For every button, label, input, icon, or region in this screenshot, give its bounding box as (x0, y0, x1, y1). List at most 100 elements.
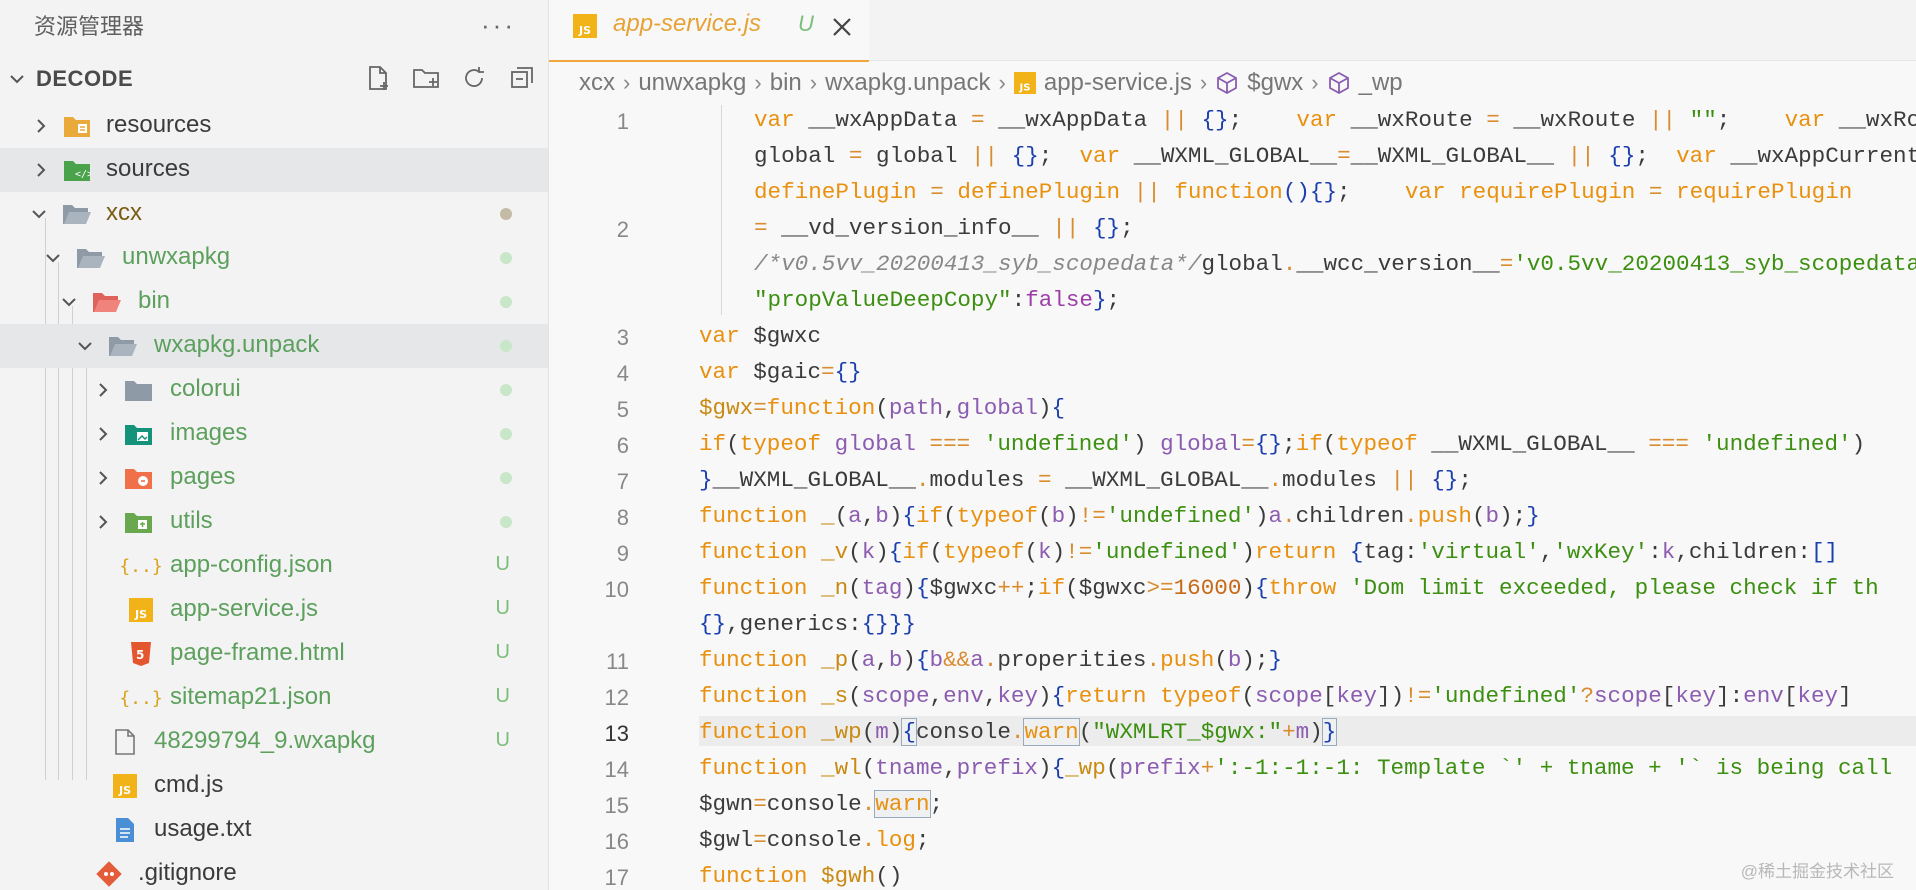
tree-item-bin[interactable]: bin (0, 280, 548, 324)
svg-text:JS: JS (134, 608, 147, 621)
chevron-right-icon (99, 383, 108, 397)
tree-item-unwxapkg[interactable]: unwxapkg (0, 236, 548, 280)
tab-label: app-service.js (613, 10, 762, 37)
tree-item-label: pages (170, 463, 236, 490)
collapse-all-icon[interactable] (506, 62, 538, 94)
tree-item-label: 48299794_9.wxapkg (154, 727, 376, 754)
tree-item-app-config-json[interactable]: {..} app-config.json U (0, 544, 548, 588)
line-number: 16 (604, 829, 629, 854)
tab-git-status: U (798, 11, 814, 36)
tree-item-app-service-js[interactable]: JS app-service.js U (0, 588, 548, 632)
line-number: 1 (616, 109, 629, 134)
new-file-icon[interactable] (362, 62, 394, 94)
js-file-icon: JS (126, 597, 156, 623)
code-line: $gwx=function(path,global){ (699, 395, 1066, 421)
code-line: = __vd_version_info__ || {}; (754, 215, 1134, 241)
code-line: global = global || {}; var __WXML_GLOBAL… (754, 143, 1916, 169)
js-file-icon: JS (1013, 72, 1036, 94)
svg-text:JS: JS (118, 784, 131, 797)
tab-bar: JS app-service.js U (549, 0, 1916, 62)
refresh-icon[interactable] (458, 62, 490, 94)
breadcrumb-separator-icon: › (1311, 70, 1319, 95)
indent-guide (721, 105, 722, 315)
breadcrumb-symbol[interactable]: $gwx (1215, 69, 1303, 97)
chevron-right-icon (99, 471, 108, 485)
code-line: function _wl(tname,prefix){_wp(prefix+':… (699, 755, 1893, 781)
code-line: function _s(scope,env,key){return typeof… (699, 683, 1852, 709)
code-line: function _p(a,b){b&&a.properities.push(b… (699, 647, 1283, 673)
breadcrumb-file[interactable]: JS app-service.js (1013, 69, 1192, 97)
tree-item-wxapkg-file[interactable]: 48299794_9.wxapkg U (0, 720, 548, 764)
workspace-section-header[interactable]: DECODE (0, 50, 548, 108)
tree-item-gitignore[interactable]: .gitignore (0, 852, 548, 890)
tab-app-service-js[interactable]: JS app-service.js U (549, 0, 869, 62)
tree-item-resources[interactable]: resources (0, 104, 548, 148)
tree-item-label: sitemap21.json (170, 683, 332, 710)
tree-item-label: unwxapkg (122, 243, 231, 270)
git-file-icon (94, 861, 124, 887)
tree-item-usage-txt[interactable]: usage.txt (0, 808, 548, 852)
untracked-dot (500, 384, 512, 396)
workspace-title: DECODE (36, 66, 134, 91)
tree-item-pages[interactable]: pages (0, 456, 548, 500)
breadcrumb-separator-icon: › (754, 70, 762, 95)
breadcrumb-separator-icon: › (809, 70, 818, 95)
breadcrumb-item[interactable]: xcx (579, 69, 615, 97)
tree-item-sources[interactable]: </> sources (0, 148, 548, 192)
pages-folder-icon (124, 465, 154, 491)
breadcrumb-symbol[interactable]: _wp (1327, 69, 1403, 97)
tree-item-cmd-js[interactable]: JS cmd.js (0, 764, 548, 808)
untracked-dot (500, 472, 512, 484)
tree-item-label: resources (106, 111, 212, 138)
chevron-down-icon (10, 75, 24, 84)
code-view[interactable]: 1 2 3 4 5 6 7 8 9 10 11 12 13 14 15 16 1… (549, 105, 1916, 890)
tree-item-sitemap21-json[interactable]: {..} sitemap21.json U (0, 676, 548, 720)
chevron-right-icon (99, 427, 108, 441)
line-number: 14 (604, 757, 629, 782)
breadcrumb-item[interactable]: bin (770, 69, 802, 97)
tree-item-wxapkg-unpack[interactable]: wxapkg.unpack (0, 324, 548, 368)
tree-item-images[interactable]: images (0, 412, 548, 456)
breadcrumb-item[interactable]: unwxapkg (638, 69, 746, 97)
close-icon[interactable] (829, 14, 855, 40)
images-folder-icon (124, 421, 154, 447)
tree-item-label: sources (106, 155, 191, 182)
breadcrumb-item: app-service.js (1043, 69, 1192, 96)
explorer-header: 资源管理器 ··· (0, 0, 548, 50)
line-number: 6 (616, 433, 629, 458)
line-number-active: 13 (604, 721, 629, 746)
new-folder-icon[interactable] (410, 62, 442, 94)
breadcrumb: xcx › unwxapkg › bin › wxapkg.unpack › J… (549, 61, 1916, 105)
line-number: 15 (604, 793, 629, 818)
code-line: function _v(k){if(typeof(k)!='undefined'… (699, 539, 1839, 565)
tree-item-utils[interactable]: utils (0, 500, 548, 544)
chevron-down-icon (46, 254, 60, 263)
more-actions-icon[interactable]: ··· (481, 10, 516, 41)
svg-text:5: 5 (136, 648, 144, 662)
symbol-cube-icon (1217, 71, 1238, 95)
breadcrumb-item: _wp (1358, 69, 1403, 96)
line-number: 4 (616, 361, 629, 386)
breadcrumb-separator-icon: › (623, 70, 631, 95)
tree-item-label: wxapkg.unpack (154, 331, 320, 358)
line-number: 7 (616, 469, 629, 494)
untracked-dot (500, 340, 512, 352)
tree-item-label: utils (170, 507, 213, 534)
code-line: function _n(tag){$gwxc++;if($gwxc>=16000… (699, 575, 1879, 601)
tree-item-label: images (170, 419, 248, 446)
line-number: 8 (616, 505, 629, 530)
utils-folder-icon (124, 509, 154, 535)
editor-area: JS app-service.js U xcx › unwxapkg › bin… (549, 0, 1916, 890)
code-line: var $gwxc (699, 323, 822, 349)
line-number: 11 (606, 649, 629, 674)
breadcrumb-item[interactable]: wxapkg.unpack (825, 69, 990, 97)
line-number: 10 (604, 577, 629, 602)
git-status-untracked: U (495, 729, 510, 751)
tree-item-page-frame-html[interactable]: 5 page-frame.html U (0, 632, 548, 676)
sources-folder-icon: </> (62, 157, 92, 183)
code-line: definePlugin = definePlugin || function(… (754, 179, 1853, 205)
untracked-dot (500, 252, 512, 264)
tree-item-xcx[interactable]: xcx (0, 192, 548, 236)
tree-item-colorui[interactable]: colorui (0, 368, 548, 412)
code-line: /*v0.5vv_20200413_syb_scopedata*/global.… (754, 251, 1916, 277)
